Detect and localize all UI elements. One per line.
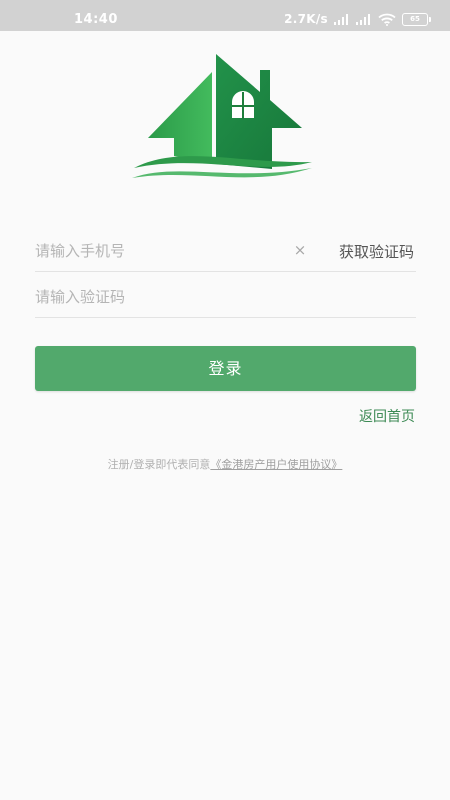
user-agreement-link[interactable]: 《金港房产用户使用协议》 — [210, 458, 342, 471]
status-bar: 14:40 2.7K/s 65 — [0, 0, 450, 31]
agreement-prefix: 注册/登录即代表同意 — [107, 458, 211, 471]
signal-hd-icon — [356, 14, 370, 25]
house-logo-icon — [132, 54, 312, 178]
verification-code-input[interactable] — [35, 277, 405, 316]
phone-input[interactable] — [35, 231, 285, 270]
status-time: 14:40 — [74, 12, 118, 27]
login-screen: 14:40 2.7K/s 65 请输入手机号 × 获取验证码 请输入验证码 登录… — [0, 0, 450, 800]
window-icon — [232, 91, 254, 119]
clear-phone-icon[interactable]: × — [293, 243, 307, 258]
get-code-button[interactable]: 获取验证码 — [339, 241, 414, 262]
status-indicators: 2.7K/s 65 — [284, 11, 431, 27]
battery-icon: 65 — [402, 12, 431, 26]
login-button[interactable]: 登录 — [35, 346, 416, 391]
verification-code-field — [35, 277, 416, 318]
back-home-link[interactable]: 返回首页 — [359, 406, 415, 426]
agreement-text: 注册/登录即代表同意《金港房产用户使用协议》 — [0, 456, 450, 472]
wifi-icon — [378, 13, 396, 26]
network-speed: 2.7K/s — [284, 12, 328, 26]
signal-icon — [334, 14, 348, 25]
phone-field: × 获取验证码 — [35, 231, 416, 272]
